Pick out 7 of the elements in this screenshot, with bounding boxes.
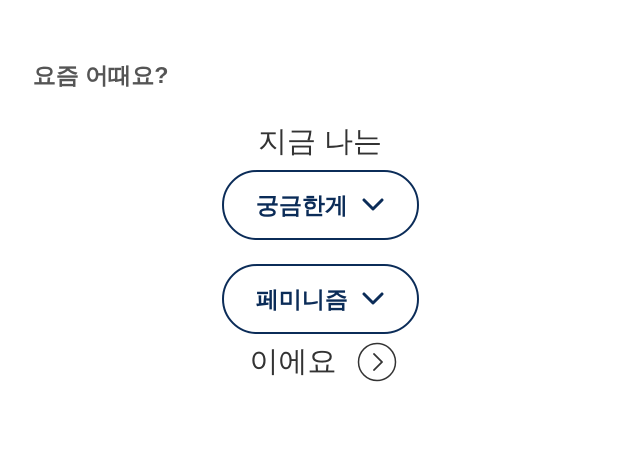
section-heading: 요즘 어때요? [33,61,168,90]
lead-text: 지금 나는 [258,125,382,160]
dropdown-button[interactable]: 궁금한게 [222,170,418,240]
suffix-text: 이에요 [250,345,336,380]
dropdown-button[interactable]: 페미니즘 [222,264,418,334]
chevron-down-icon [362,292,384,306]
chevron-down-icon [362,198,384,212]
